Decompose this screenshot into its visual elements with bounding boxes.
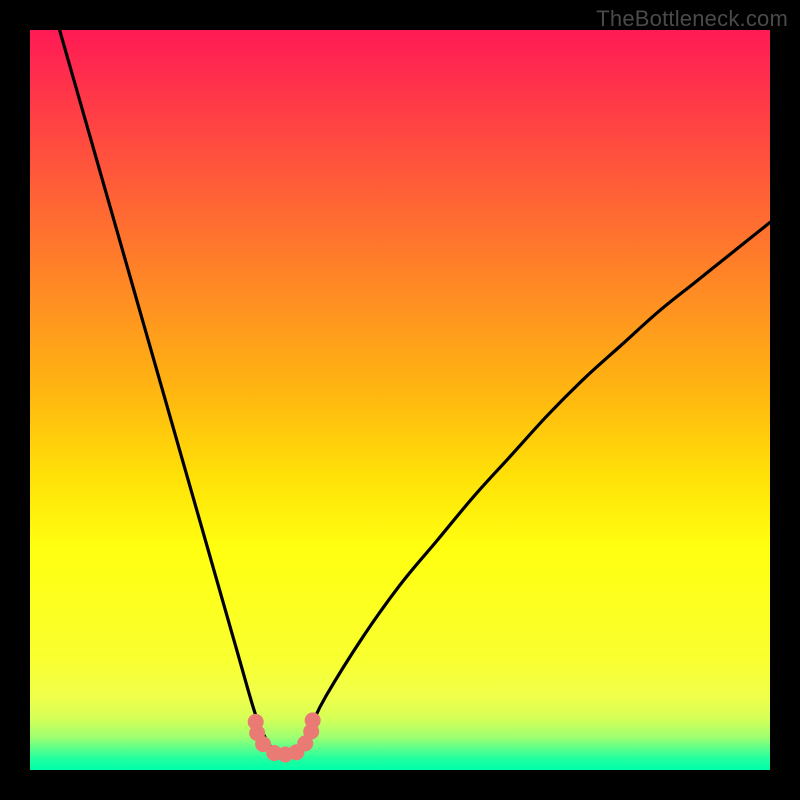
bottleneck-curve: [60, 30, 770, 756]
watermark-text: TheBottleneck.com: [596, 6, 788, 32]
curve-markers: [248, 712, 321, 762]
chart-frame: TheBottleneck.com: [0, 0, 800, 800]
curve-layer: [30, 30, 770, 770]
curve-marker: [305, 712, 321, 728]
plot-area: [30, 30, 770, 770]
